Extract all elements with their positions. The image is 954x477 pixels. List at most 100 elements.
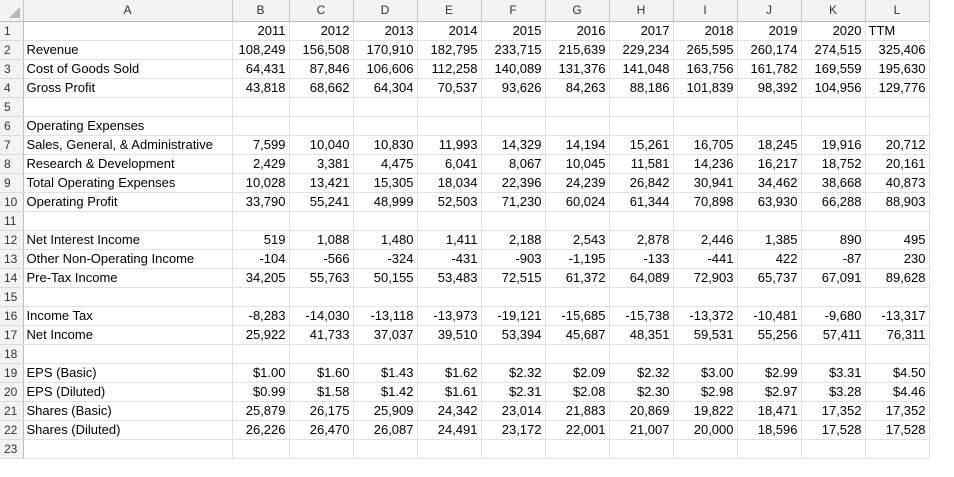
cell-value[interactable]: -133 — [609, 249, 674, 269]
cell-value[interactable]: 18,034 — [417, 173, 482, 193]
cell-value[interactable]: 55,763 — [289, 268, 354, 288]
cell-value[interactable]: 61,344 — [609, 192, 674, 212]
cell-value[interactable]: 2,429 — [232, 154, 290, 174]
cell-value[interactable] — [417, 344, 482, 364]
column-header-k[interactable]: K — [801, 0, 866, 22]
cell-value[interactable]: 26,470 — [289, 420, 354, 440]
cell-value[interactable]: 72,903 — [673, 268, 738, 288]
row-header[interactable]: 20 — [0, 382, 24, 402]
cell-value[interactable] — [609, 211, 674, 231]
cell-value[interactable] — [417, 97, 482, 117]
cell-value[interactable]: 13,421 — [289, 173, 354, 193]
cell-value[interactable]: 15,305 — [353, 173, 418, 193]
cell-value[interactable] — [545, 211, 610, 231]
cell-value[interactable]: 1,088 — [289, 230, 354, 250]
cell-value[interactable]: 112,258 — [417, 59, 482, 79]
cell-value[interactable]: 17,352 — [801, 401, 866, 421]
cell-value[interactable]: 17,352 — [865, 401, 930, 421]
cell-value[interactable]: -19,121 — [481, 306, 546, 326]
cell-value[interactable]: 89,628 — [865, 268, 930, 288]
cell-value[interactable]: 19,822 — [673, 401, 738, 421]
cell-value[interactable]: 8,067 — [481, 154, 546, 174]
cell-value[interactable] — [673, 97, 738, 117]
cell-value[interactable]: 87,846 — [289, 59, 354, 79]
spreadsheet-grid[interactable]: A B C D E F G H I J K L 1 2011 2012 2013 2014 2015 2016 201… — [0, 0, 930, 459]
column-header-j[interactable]: J — [737, 0, 802, 22]
cell-value[interactable] — [289, 211, 354, 231]
column-header-e[interactable]: E — [417, 0, 482, 22]
cell-value[interactable] — [673, 211, 738, 231]
cell-value[interactable]: 98,392 — [737, 78, 802, 98]
row-header[interactable]: 9 — [0, 173, 24, 193]
cell-value[interactable]: 34,205 — [232, 268, 290, 288]
cell-value[interactable] — [865, 97, 930, 117]
cell-value[interactable]: 48,351 — [609, 325, 674, 345]
cell-value[interactable]: 21,007 — [609, 420, 674, 440]
cell-value[interactable]: 50,155 — [353, 268, 418, 288]
cell-label[interactable]: Cost of Goods Sold — [23, 59, 233, 79]
cell-value[interactable]: -15,685 — [545, 306, 610, 326]
cell-value[interactable] — [865, 287, 930, 307]
cell-value[interactable]: 34,462 — [737, 173, 802, 193]
cell-value[interactable]: 18,752 — [801, 154, 866, 174]
cell-value[interactable] — [673, 116, 738, 136]
cell-value[interactable] — [289, 287, 354, 307]
cell-value[interactable] — [737, 344, 802, 364]
cell-value[interactable]: 21,883 — [545, 401, 610, 421]
cell-value[interactable]: 84,263 — [545, 78, 610, 98]
cell-value[interactable] — [353, 287, 418, 307]
row-header[interactable]: 8 — [0, 154, 24, 174]
cell-value[interactable] — [609, 344, 674, 364]
cell-value[interactable]: 60,024 — [545, 192, 610, 212]
cell-value[interactable]: 161,782 — [737, 59, 802, 79]
cell-value[interactable]: 11,581 — [609, 154, 674, 174]
cell-value[interactable] — [801, 97, 866, 117]
cell-value[interactable] — [865, 344, 930, 364]
cell-value[interactable] — [609, 439, 674, 459]
cell-value[interactable]: 65,737 — [737, 268, 802, 288]
cell-value[interactable] — [289, 344, 354, 364]
cell-value[interactable]: 26,226 — [232, 420, 290, 440]
cell-value[interactable]: 57,411 — [801, 325, 866, 345]
cell-value[interactable]: $1.43 — [353, 363, 418, 383]
cell-value[interactable]: 15,261 — [609, 135, 674, 155]
cell-value[interactable]: 230 — [865, 249, 930, 269]
cell-value[interactable]: 274,515 — [801, 40, 866, 60]
cell-value[interactable]: -9,680 — [801, 306, 866, 326]
cell-value[interactable]: 2,446 — [673, 230, 738, 250]
cell-value[interactable]: -1,195 — [545, 249, 610, 269]
cell-value[interactable]: -104 — [232, 249, 290, 269]
cell-value[interactable]: 41,733 — [289, 325, 354, 345]
cell-value[interactable]: $1.62 — [417, 363, 482, 383]
cell-value[interactable]: 215,639 — [545, 40, 610, 60]
cell-value[interactable]: 10,045 — [545, 154, 610, 174]
cell-value[interactable]: 1,385 — [737, 230, 802, 250]
cell-label[interactable]: Net Income — [23, 325, 233, 345]
row-header[interactable]: 5 — [0, 97, 24, 117]
cell-value[interactable]: $2.99 — [737, 363, 802, 383]
cell-value[interactable] — [481, 287, 546, 307]
column-header-d[interactable]: D — [353, 0, 418, 22]
cell-value[interactable]: 2015 — [481, 21, 546, 41]
cell-value[interactable]: $1.61 — [417, 382, 482, 402]
cell-value[interactable]: -566 — [289, 249, 354, 269]
cell-value[interactable]: 72,515 — [481, 268, 546, 288]
cell-value[interactable] — [737, 287, 802, 307]
cell-value[interactable]: 2012 — [289, 21, 354, 41]
column-header-i[interactable]: I — [673, 0, 738, 22]
row-header[interactable]: 1 — [0, 21, 24, 41]
cell-value[interactable] — [609, 116, 674, 136]
cell-label[interactable]: Pre-Tax Income — [23, 268, 233, 288]
cell-value[interactable]: $2.30 — [609, 382, 674, 402]
cell-value[interactable]: 11,993 — [417, 135, 482, 155]
cell-label[interactable]: Total Operating Expenses — [23, 173, 233, 193]
cell-value[interactable]: 25,922 — [232, 325, 290, 345]
cell-label[interactable]: Other Non-Operating Income — [23, 249, 233, 269]
cell-value[interactable]: 2020 — [801, 21, 866, 41]
cell-value[interactable]: 61,372 — [545, 268, 610, 288]
cell-value[interactable]: 14,236 — [673, 154, 738, 174]
cell-label[interactable]: EPS (Diluted) — [23, 382, 233, 402]
cell-value[interactable]: 141,048 — [609, 59, 674, 79]
cell-value[interactable] — [353, 97, 418, 117]
cell-value[interactable]: $2.08 — [545, 382, 610, 402]
